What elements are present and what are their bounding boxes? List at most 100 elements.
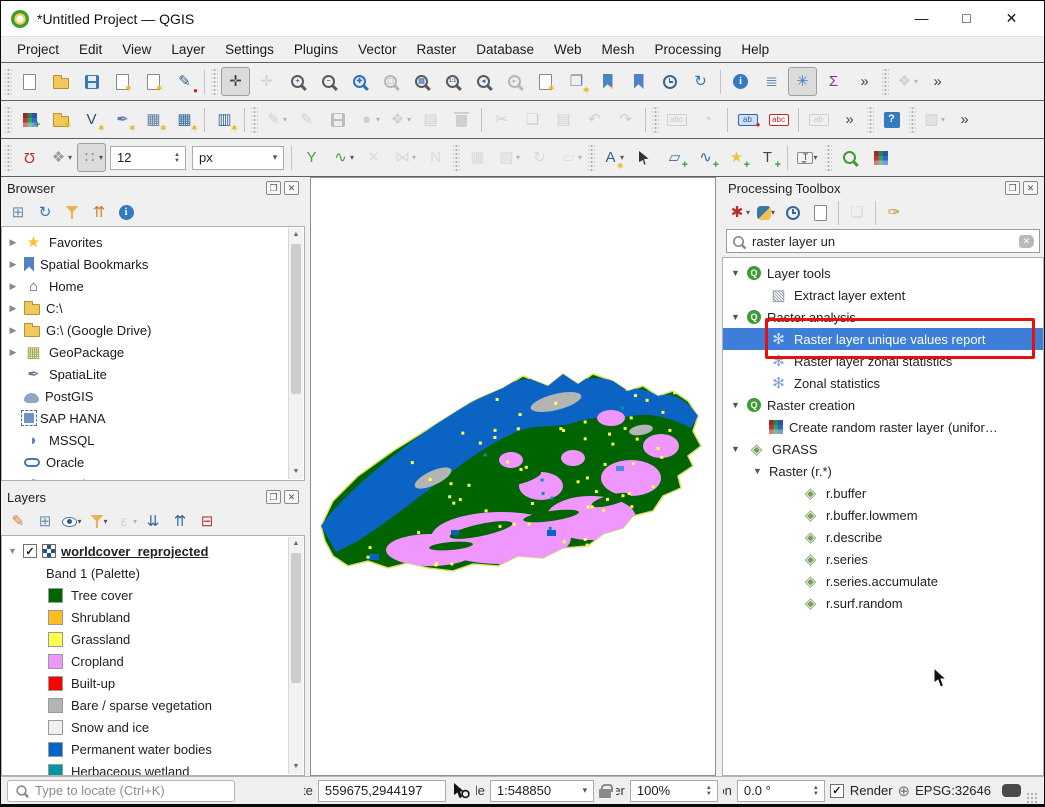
menu-raster[interactable]: Raster	[406, 39, 466, 60]
resize-grip[interactable]	[1026, 792, 1038, 804]
help-contents-button[interactable]	[877, 105, 906, 134]
menu-web[interactable]: Web	[544, 39, 592, 60]
open-layer-styling-button[interactable]: ✎	[6, 510, 30, 533]
toolbar-handle[interactable]	[652, 107, 659, 133]
toolbar-handle[interactable]	[5, 69, 12, 95]
browser-item-postgis[interactable]: PostGIS	[2, 385, 286, 407]
browser-item-home[interactable]: ▶⌂Home	[2, 275, 286, 297]
maximize-button[interactable]: □	[944, 10, 989, 27]
browser-float-button[interactable]: ❐	[266, 181, 281, 195]
toolbar-handle[interactable]	[5, 107, 12, 133]
expand-all-layers-button[interactable]: ⇊	[141, 510, 165, 533]
browser-item-g-google-drive[interactable]: ▶G:\ (Google Drive)	[2, 319, 286, 341]
collapse-all-button[interactable]: ⇈	[87, 201, 111, 224]
spin-arrows[interactable]: ▲▼	[169, 152, 185, 164]
processing-alg-r-buffer-lowmem[interactable]: ◈r.buffer.lowmem	[723, 504, 1043, 526]
add-line-annotation-button[interactable]: ∿+	[691, 143, 720, 172]
filter-browser-button[interactable]	[60, 201, 84, 224]
annotation-text-style-button[interactable]: A✶▾	[598, 143, 627, 172]
collapse-arrow-icon[interactable]: ▼	[731, 268, 741, 278]
models-menu-button[interactable]: ✱▾	[727, 201, 751, 224]
zoom-to-layer-button[interactable]: ▤	[407, 67, 436, 96]
collapse-arrow-icon[interactable]: ▼	[731, 400, 741, 410]
clear-search-icon[interactable]: ✕	[1019, 235, 1034, 248]
map-tips-button[interactable]: T▾	[793, 143, 822, 172]
style-manager-button[interactable]: ✎●	[170, 67, 199, 96]
processing-alg-extract-layer-extent[interactable]: ▧Extract layer extent	[723, 284, 1043, 306]
add-text-annotation-button[interactable]: T+	[753, 143, 782, 172]
history-button[interactable]	[781, 201, 805, 224]
browser-close-button[interactable]: ✕	[284, 181, 299, 195]
layers-scrollbar[interactable]: ▲ ▼	[288, 537, 303, 774]
browser-item-favorites[interactable]: ▶★Favorites	[2, 231, 286, 253]
zoom-in-button[interactable]: +	[283, 67, 312, 96]
pin-unpin-labels-button[interactable]: ab●	[733, 105, 762, 134]
processing-group-raster-analysis[interactable]: ▼Raster analysis	[723, 306, 1043, 328]
menu-mesh[interactable]: Mesh	[592, 39, 645, 60]
locate-input[interactable]: Type to locate (Ctrl+K)	[7, 780, 235, 802]
spin-arrows[interactable]: ▲▼	[701, 785, 717, 797]
snapping-tolerance-spin[interactable]: 12▲▼	[110, 146, 186, 170]
processing-toolbox-toggle-button[interactable]: ✳	[788, 67, 817, 96]
spin-arrows[interactable]: ▲▼	[808, 785, 824, 797]
refresh-map-button[interactable]: ↻	[686, 67, 715, 96]
toolbar-handle[interactable]	[5, 145, 12, 171]
scripts-menu-button[interactable]: ▾	[754, 201, 778, 224]
new-spatial-bookmark-button[interactable]: ✶	[593, 67, 622, 96]
scroll-down-icon[interactable]: ▼	[289, 465, 303, 479]
save-project-button[interactable]	[77, 67, 106, 96]
statistical-summary-button[interactable]: ≣	[757, 67, 786, 96]
coordinate-input[interactable]: 559675,2944197	[318, 780, 446, 802]
new-virtual-layer-button[interactable]: ▥✶	[210, 105, 239, 134]
label-toolbar-extension-button[interactable]: »	[835, 105, 864, 134]
processing-alg-r-series[interactable]: ◈r.series	[723, 548, 1043, 570]
menu-view[interactable]: View	[112, 39, 161, 60]
select-annotation-button[interactable]	[629, 143, 658, 172]
collapse-arrow-icon[interactable]: ▼	[731, 444, 741, 454]
processing-alg-zonal-statistics[interactable]: ✻Zonal statistics	[723, 372, 1043, 394]
browser-scrollbar[interactable]: ▲ ▼	[288, 228, 303, 479]
extents-pointer-icon[interactable]	[451, 782, 471, 800]
toolbar-handle[interactable]	[909, 107, 916, 133]
map-canvas[interactable]	[310, 177, 716, 776]
zoom-last-button[interactable]: ◂	[469, 67, 498, 96]
manage-map-themes-button[interactable]: ▾	[60, 510, 84, 533]
processing-alg-raster-layer-unique-values-report[interactable]: ✻Raster layer unique values report	[723, 328, 1043, 350]
selection-toolbar-extension-button[interactable]: »	[950, 105, 979, 134]
browser-item-spatial-bookmarks[interactable]: ▶Spatial Bookmarks	[2, 253, 286, 275]
new-shapefile-layer-button[interactable]: V✶	[77, 105, 106, 134]
new-geopackage-layer-button[interactable]: ▦✶	[170, 105, 199, 134]
new-3d-map-view-button[interactable]: ❐✶	[562, 67, 591, 96]
add-marker-annotation-button[interactable]: ★+	[722, 143, 751, 172]
scroll-up-icon[interactable]: ▲	[289, 537, 303, 551]
menu-project[interactable]: Project	[7, 39, 69, 60]
enable-snapping-button[interactable]: Ω	[15, 143, 44, 172]
expand-arrow-icon[interactable]: ▶	[8, 347, 18, 358]
toolbar-handle[interactable]	[453, 145, 460, 171]
model-designer-button[interactable]	[808, 201, 832, 224]
processing-group-raster-r[interactable]: ▼Raster (r.*)	[723, 460, 1043, 482]
scale-combo[interactable]: 1:548850 ▾	[490, 780, 594, 802]
filter-legend-button[interactable]: ▾	[87, 510, 111, 533]
browser-item-mssql[interactable]: ◗MSSQL	[2, 429, 286, 451]
browser-item-geopackage[interactable]: ▶▦GeoPackage	[2, 341, 286, 363]
processing-group-layer-tools[interactable]: ▼Layer tools	[723, 262, 1043, 284]
processing-close-button[interactable]: ✕	[1023, 181, 1038, 195]
refresh-browser-button[interactable]: ↻	[33, 201, 57, 224]
render-checkbox[interactable]: ✓ Render	[830, 783, 893, 798]
temporal-controller-button[interactable]	[655, 67, 684, 96]
processing-alg-r-surf-random[interactable]: ◈r.surf.random	[723, 592, 1043, 614]
zoom-native-resolution-button[interactable]: 1:1	[438, 67, 467, 96]
map-styling-plugin-button[interactable]	[866, 143, 895, 172]
processing-search-input[interactable]: raster layer un ✕	[726, 229, 1040, 253]
toolbar-handle[interactable]	[211, 69, 218, 95]
expand-arrow-icon[interactable]: ▶	[8, 259, 18, 270]
toolbar-extension-button[interactable]: »	[850, 67, 879, 96]
toolbar-handle[interactable]	[882, 69, 889, 95]
menu-help[interactable]: Help	[731, 39, 779, 60]
add-polygon-annotation-button[interactable]: ▱+	[660, 143, 689, 172]
toolbar-handle[interactable]	[825, 145, 832, 171]
options-button[interactable]: ✑	[882, 201, 906, 224]
highlight-pinned-labels-button[interactable]: abc	[764, 105, 793, 134]
show-spatial-bookmarks-button[interactable]	[624, 67, 653, 96]
